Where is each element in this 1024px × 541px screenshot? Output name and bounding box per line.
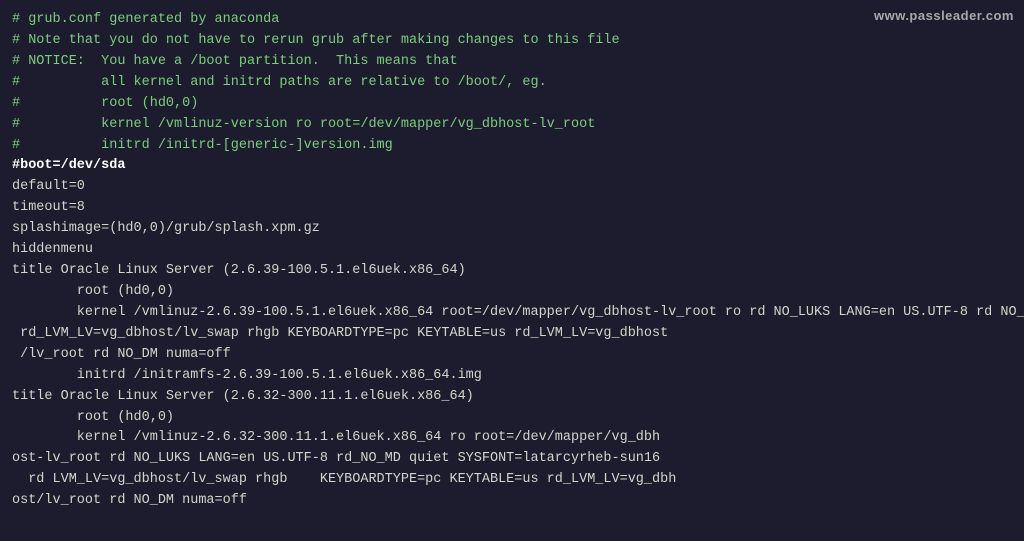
- watermark: www.passleader.com: [874, 8, 1014, 23]
- line-9: default=0: [12, 179, 85, 194]
- line-8: #boot=/dev/sda: [12, 158, 125, 173]
- line-7: # initrd /initrd-[generic-]version.img: [12, 138, 393, 153]
- line-2: # Note that you do not have to rerun gru…: [12, 33, 620, 48]
- terminal-window: www.passleader.com # grub.conf generated…: [0, 0, 1024, 541]
- line-6: # kernel /vmlinuz-version ro root=/dev/m…: [12, 117, 595, 132]
- line-19: kernel /vmlinuz-2.6.32-300.11.1.el6uek.x…: [12, 430, 676, 508]
- line-10: timeout=8: [12, 200, 85, 215]
- line-16: initrd /initramfs-2.6.39-100.5.1.el6uek.…: [12, 368, 482, 383]
- code-content: # grub.conf generated by anaconda # Note…: [0, 0, 1024, 522]
- line-15: kernel /vmlinuz-2.6.39-100.5.1.el6uek.x8…: [12, 305, 1024, 362]
- line-3: # NOTICE: You have a /boot partition. Th…: [12, 54, 458, 69]
- line-5: # root (hd0,0): [12, 96, 198, 111]
- line-18: root (hd0,0): [12, 410, 174, 425]
- line-1: # grub.conf generated by anaconda: [12, 12, 279, 27]
- line-17: title Oracle Linux Server (2.6.32-300.11…: [12, 389, 474, 404]
- line-4: # all kernel and initrd paths are relati…: [12, 75, 547, 90]
- line-11: splashimage=(hd0,0)/grub/splash.xpm.gz: [12, 221, 320, 236]
- line-14: root (hd0,0): [12, 284, 174, 299]
- line-12: hiddenmenu: [12, 242, 93, 257]
- line-13: title Oracle Linux Server (2.6.39-100.5.…: [12, 263, 466, 278]
